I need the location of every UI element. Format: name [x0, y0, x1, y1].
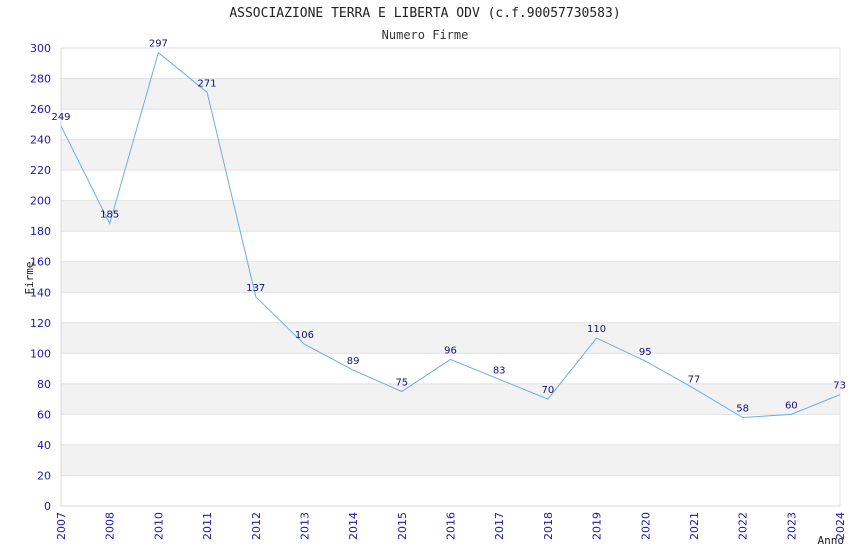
- x-tick-label: 2016: [445, 512, 458, 540]
- x-tick-label: 2014: [347, 512, 360, 540]
- x-tick-label: 2023: [785, 512, 798, 540]
- data-label: 77: [688, 374, 701, 385]
- data-label: 271: [198, 78, 217, 89]
- y-tick-label: 40: [37, 439, 51, 452]
- chart: ASSOCIAZIONE TERRA E LIBERTA ODV (c.f.90…: [0, 0, 850, 550]
- data-label: 73: [833, 381, 846, 392]
- y-tick-label: 300: [30, 42, 51, 55]
- y-tick-label: 80: [37, 378, 51, 391]
- y-tick-label: 60: [37, 408, 51, 421]
- grid-band: [61, 383, 840, 415]
- data-label: 297: [149, 39, 168, 50]
- x-tick-label: 2018: [542, 512, 555, 540]
- data-label: 95: [639, 347, 652, 358]
- y-tick-label: 180: [30, 225, 51, 238]
- data-label: 106: [295, 330, 314, 341]
- data-label: 185: [100, 210, 119, 221]
- data-label: 70: [542, 385, 555, 396]
- data-label: 137: [246, 283, 265, 294]
- y-tick-label: 260: [30, 103, 51, 116]
- x-tick-label: 2015: [396, 512, 409, 540]
- y-tick-label: 0: [44, 500, 51, 513]
- x-tick-label: 2019: [591, 512, 604, 540]
- y-tick-label: 280: [30, 73, 51, 86]
- x-ticks: 2007 2008 2010 2011 2012 2013 2014 2015 2016 2017…: [55, 512, 847, 540]
- grid-band: [61, 200, 840, 232]
- grid-band: [61, 444, 840, 476]
- x-tick-label: 2010: [152, 512, 165, 540]
- x-tick-label: 2017: [493, 512, 506, 540]
- y-tick-label: 100: [30, 347, 51, 360]
- data-label: 60: [785, 400, 798, 411]
- x-tick-label: 2012: [250, 512, 263, 540]
- x-tick-label: 2013: [298, 512, 311, 540]
- x-tick-label: 2008: [104, 512, 117, 540]
- y-tick-label: 240: [30, 134, 51, 147]
- x-tick-label: 2020: [639, 512, 652, 540]
- y-tick-label: 20: [37, 469, 51, 482]
- data-label: 249: [51, 112, 70, 123]
- plot-area: 0204060801001201401601802002202402602803…: [23, 39, 847, 547]
- y-tick-label: 120: [30, 317, 51, 330]
- x-tick-label: 2021: [688, 512, 701, 540]
- data-label: 110: [587, 324, 606, 335]
- y-tick-label: 220: [30, 164, 51, 177]
- x-tick-label: 2007: [55, 512, 68, 540]
- data-label: 96: [444, 345, 457, 356]
- x-axis-label: Anno: [818, 534, 845, 547]
- data-label: 58: [736, 403, 749, 414]
- data-label: 89: [347, 356, 360, 367]
- x-tick-label: 2022: [737, 512, 750, 540]
- grid-band: [61, 261, 840, 293]
- y-axis-label: Firme: [23, 261, 36, 294]
- x-tick-label: 2011: [201, 512, 214, 540]
- grid-band: [61, 139, 840, 171]
- y-tick-label: 200: [30, 195, 51, 208]
- grid-band: [61, 78, 840, 110]
- grid-bands: [61, 78, 840, 476]
- data-label: 75: [395, 378, 408, 389]
- data-label: 83: [493, 365, 506, 376]
